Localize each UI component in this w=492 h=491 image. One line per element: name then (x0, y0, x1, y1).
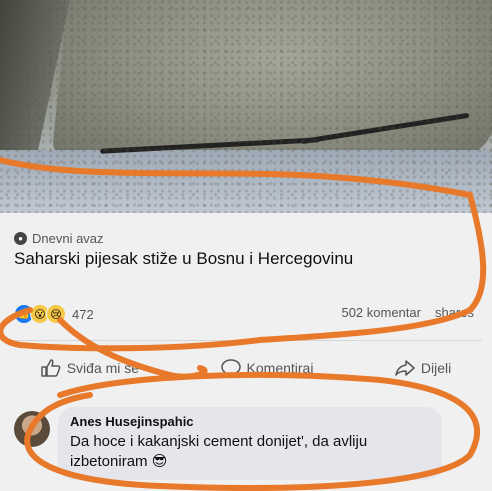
share-icon (395, 360, 415, 376)
shares-count[interactable]: shares (435, 305, 474, 320)
post-source[interactable]: ● Dnevni avaz (14, 231, 104, 246)
comment-text: Da hoce i kakanjski cement donijet', da … (70, 432, 430, 472)
reactions-summary[interactable]: 👍 😮 😢 472 (14, 304, 94, 324)
comment-icon (220, 359, 241, 377)
share-button[interactable]: Dijeli (395, 359, 451, 377)
comment-label: Komentiraj (246, 360, 314, 376)
like-button[interactable]: Sviđa mi se (40, 359, 140, 377)
post-photo[interactable] (0, 0, 492, 213)
thumbs-up-icon (40, 359, 61, 377)
post-headline[interactable]: Saharski pijesak stiže u Bosnu i Hercego… (14, 249, 353, 269)
like-label: Sviđa mi se (66, 360, 140, 376)
action-bar: Sviđa mi se Komentiraj Dijeli (0, 355, 492, 381)
sunglasses-emoji: 😎 (151, 453, 168, 470)
share-label: Dijeli (420, 360, 452, 376)
sad-icon: 😢 (46, 304, 66, 324)
globe-icon: ● (14, 232, 27, 245)
comment-button[interactable]: Komentiraj (220, 359, 314, 377)
avatar[interactable] (14, 411, 50, 447)
post-meta: 502 komentar shares (341, 305, 474, 320)
source-name: Dnevni avaz (32, 231, 104, 246)
comment: Anes Husejinspahic Da hoce i kakanjski c… (14, 407, 442, 480)
comment-author[interactable]: Anes Husejinspahic (70, 414, 430, 429)
comments-count[interactable]: 502 komentar (341, 305, 421, 320)
reactions-count: 472 (72, 306, 94, 322)
comment-bubble: Anes Husejinspahic Da hoce i kakanjski c… (58, 407, 442, 480)
comment-body: Da hoce i kakanjski cement donijet', da … (70, 433, 368, 470)
sand-dust (0, 0, 492, 213)
divider (10, 340, 482, 341)
